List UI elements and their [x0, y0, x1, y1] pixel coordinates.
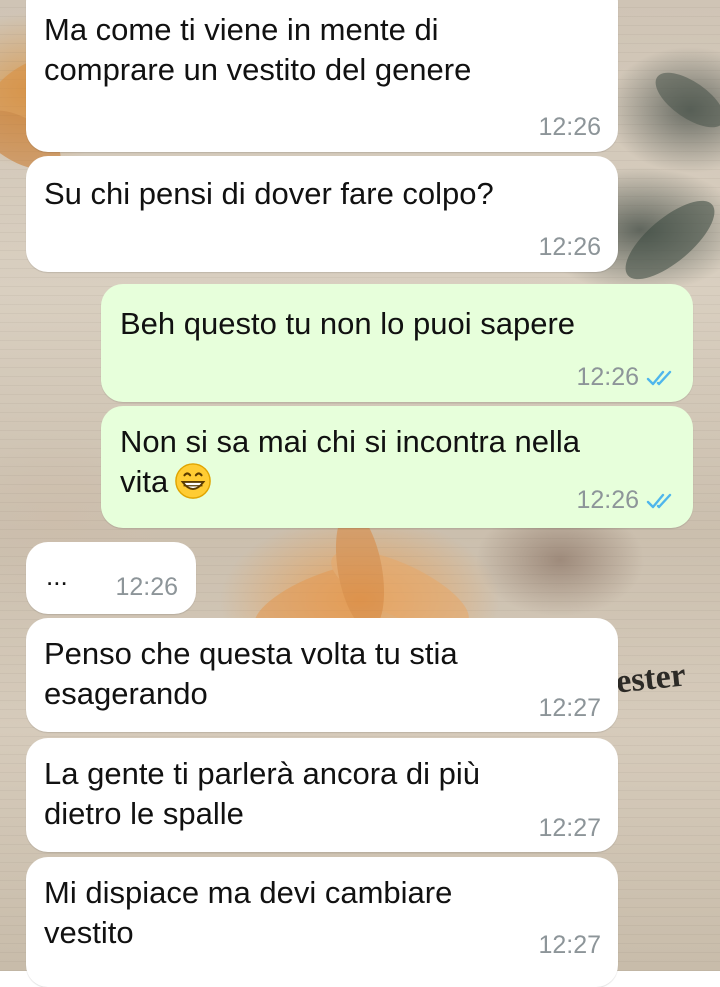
double-check-read-icon — [646, 370, 672, 386]
message-text: Non si sa mai chi si incontra nella vita — [120, 422, 580, 503]
message-text: Ma come ti viene in mente di comprare un… — [44, 12, 472, 87]
newspaper-fragment-text: ester — [614, 656, 688, 701]
grinning-face-icon — [175, 463, 212, 499]
message-timestamp: 12:26 — [576, 486, 639, 514]
message-timestamp: 12:27 — [538, 814, 601, 842]
message-text: La gente ti parlerà ancora di più dietro… — [44, 756, 481, 831]
message-timestamp: 12:27 — [538, 694, 601, 722]
message-bubble-incoming[interactable]: Su chi pensi di dover fare colpo? 12:26 — [26, 156, 618, 272]
message-timestamp: 12:26 — [115, 573, 178, 601]
message-bubble-incoming[interactable]: La gente ti parlerà ancora di più dietro… — [26, 738, 618, 852]
message-text: Beh questo tu non lo puoi sapere — [120, 306, 576, 341]
message-bubble-incoming[interactable]: Penso che questa volta tu stia esagerand… — [26, 618, 618, 732]
message-timestamp: 12:27 — [538, 931, 601, 959]
message-timestamp: 12:26 — [576, 363, 639, 391]
message-bubble-incoming[interactable]: Ma come ti viene in mente di comprare un… — [26, 0, 618, 152]
message-timestamp: 12:26 — [538, 233, 601, 261]
message-text: ... — [46, 561, 68, 591]
message-bubble-outgoing[interactable]: Beh questo tu non lo puoi sapere 12:26 — [101, 284, 693, 402]
message-timestamp: 12:26 — [538, 113, 601, 141]
message-text: Su chi pensi di dover fare colpo? — [44, 176, 494, 211]
message-bubble-incoming[interactable]: ... 12:26 — [26, 542, 196, 614]
double-check-read-icon — [646, 493, 672, 509]
message-text: Mi dispiace ma devi cambiare vestito — [44, 875, 453, 950]
message-text: Penso che questa volta tu stia esagerand… — [44, 636, 458, 711]
message-bubble-incoming[interactable]: Mi dispiace ma devi cambiare vestito 12:… — [26, 857, 618, 987]
message-bubble-outgoing[interactable]: Non si sa mai chi si incontra nella vita… — [101, 406, 693, 528]
